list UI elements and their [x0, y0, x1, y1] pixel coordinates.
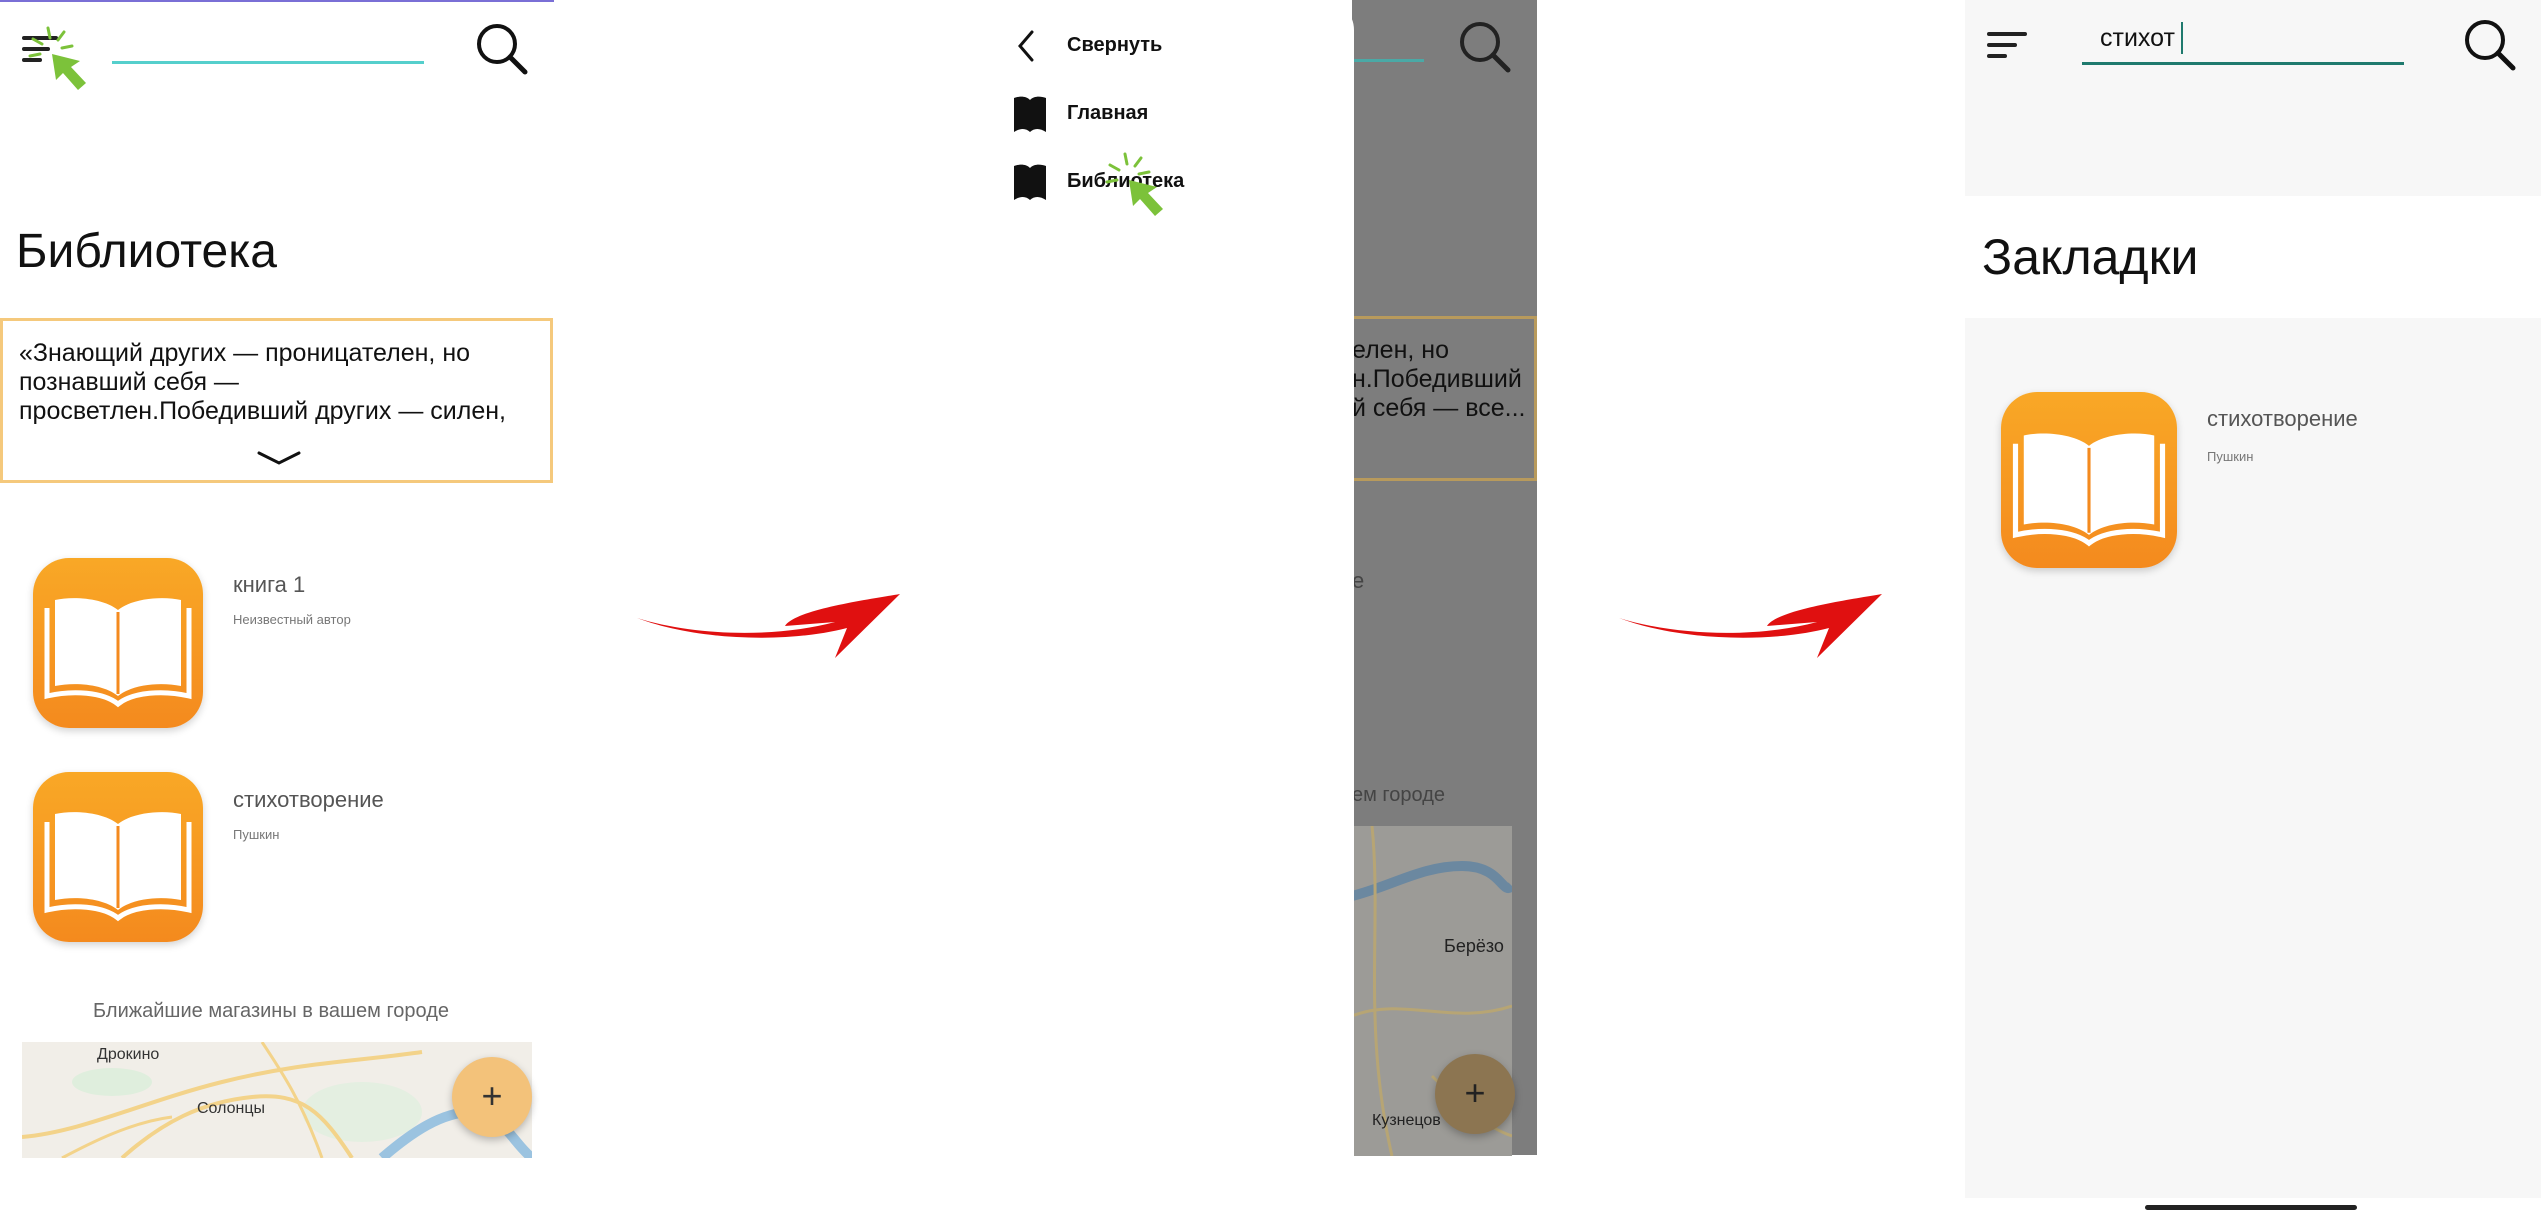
search-input[interactable]: [112, 61, 424, 64]
menu-item-home[interactable]: Главная: [1067, 102, 1148, 125]
book-title: книга 1: [233, 572, 306, 597]
stores-label: ем городе: [1352, 784, 1446, 806]
map-label: Берёзо: [1444, 936, 1504, 956]
bookmark-title: стихотворение: [2207, 406, 2358, 431]
chevron-down-icon[interactable]: [257, 449, 301, 469]
bookmark-list: стихотворение Пушкин: [1965, 318, 2541, 1198]
add-button: +: [1435, 1054, 1515, 1134]
search-icon[interactable]: [2463, 18, 2517, 72]
quote-text: й себя — все...: [1352, 394, 1526, 422]
map-label: Солонцы: [197, 1100, 266, 1117]
transition-arrow: [637, 594, 900, 658]
transition-arrow: [1619, 594, 1882, 658]
text-caret: [2181, 22, 2183, 54]
cursor-icon: [1105, 152, 1163, 216]
book-author: Неизвестный автор: [233, 612, 351, 627]
page-title: Библиотека: [16, 225, 277, 278]
book-icon[interactable]: [33, 772, 203, 942]
quote-text: «Знающий других — проницателен, но позна…: [19, 339, 506, 425]
map-label: Кузнецов: [1372, 1112, 1441, 1129]
map-label: Дрокино: [97, 1046, 160, 1063]
stores-label: Ближайшие магазины в вашем городе: [93, 1000, 450, 1022]
book-icon[interactable]: [33, 558, 203, 728]
bookmark-icon: [1014, 96, 1046, 132]
collapse-button[interactable]: Свернуть: [1067, 34, 1162, 57]
page-title: Закладки: [1982, 229, 2199, 285]
screen-library: Библиотека «Знающий других — проницателе…: [0, 0, 554, 1160]
add-button[interactable]: +: [452, 1057, 532, 1137]
menu-icon[interactable]: [1987, 32, 2027, 60]
bookmark-icon: [1014, 164, 1046, 200]
quote-card[interactable]: «Знающий других — проницателен, но позна…: [0, 318, 553, 483]
search-icon[interactable]: [475, 22, 529, 76]
book-author: Пушкин: [233, 827, 280, 842]
quote-text: н.Победивший: [1352, 365, 1522, 393]
quote-text: елен, но: [1352, 336, 1449, 364]
search-input[interactable]: стихот: [2082, 20, 2404, 65]
screen-drawer: елен, но н.Победивший й себя — все... е …: [982, 0, 1537, 1160]
screen-bookmarks: стихот Закладки стихотворение Пушкин: [1965, 0, 2541, 1232]
home-indicator: [2145, 1205, 2357, 1210]
cursor-icon: [28, 26, 86, 90]
search-input: [1352, 59, 1424, 62]
book-icon[interactable]: [2001, 392, 2177, 568]
chevron-left-icon[interactable]: [1016, 30, 1036, 62]
book-title: стихотворение: [233, 787, 384, 812]
bookmark-author: Пушкин: [2207, 449, 2254, 464]
search-text: стихот: [2100, 24, 2175, 52]
search-icon: [1460, 22, 1511, 73]
